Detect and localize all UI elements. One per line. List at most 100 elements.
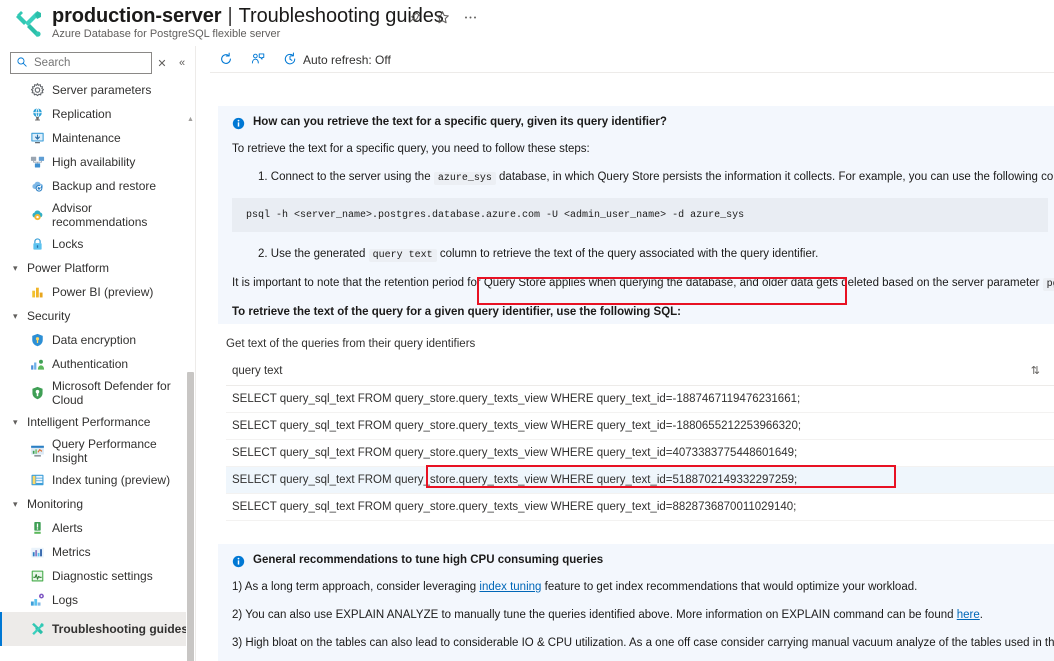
sidebar-item-alerts[interactable]: Alerts <box>0 516 195 540</box>
search-box[interactable] <box>10 52 152 74</box>
search-clear-icon[interactable]: ✕ <box>152 52 172 74</box>
query-text-cell[interactable]: SELECT query_sql_text FROM query_store.q… <box>226 385 1054 413</box>
table-row[interactable]: SELECT query_sql_text FROM query_store.q… <box>226 385 1054 413</box>
index-tuning-link[interactable]: index tuning <box>479 581 541 593</box>
sidebar-item-advisor-recommendations[interactable]: Advisor recommendations <box>0 198 195 232</box>
sidebar-item-backup-and-restore[interactable]: Backup and restore <box>0 174 195 198</box>
sidebar-item-authentication[interactable]: Authentication <box>0 352 195 376</box>
explain-here-link[interactable]: here <box>957 609 980 621</box>
search-icon <box>16 56 28 71</box>
info-panel-recommendations: General recommendations to tune high CPU… <box>218 544 1054 661</box>
step1-pre-text: 1. Connect to the server using the <box>258 171 431 183</box>
refresh-button[interactable] <box>210 48 242 72</box>
sidebar-scroll-thumb[interactable] <box>187 372 194 661</box>
sidebar-item-label: Replication <box>52 107 112 121</box>
info-panel-query-text: How can you retrieve the text for a spec… <box>218 106 1054 324</box>
sidebar-scroll-up-arrow[interactable]: ▲ <box>187 116 194 123</box>
table-row[interactable]: SELECT query_sql_text FROM query_store.q… <box>226 439 1054 467</box>
sidebar-item-microsoft-defender-for-cloud[interactable]: Microsoft Defender for Cloud <box>0 376 195 410</box>
sidebar-item-label: Backup and restore <box>52 179 157 193</box>
shield-key-icon <box>30 333 45 348</box>
sidebar-group-security[interactable]: ▾ Security <box>0 304 195 328</box>
query-text-cell[interactable]: SELECT query_sql_text FROM query_store.q… <box>226 412 1054 440</box>
feedback-button[interactable] <box>242 48 274 72</box>
info-closing-text: To retrieve the text of the query for a … <box>232 306 681 318</box>
resource-menu-sidebar: ✕ « Server parameters Replication Maintena… <box>0 46 195 661</box>
table-row[interactable]: SELECT query_sql_text FROM query_store.q… <box>226 412 1054 440</box>
search-input[interactable] <box>32 56 142 70</box>
sidebar-scrollbar[interactable]: ▲ <box>186 80 195 661</box>
psql-command-block[interactable]: psql -h <server_name>.postgres.database.… <box>232 198 1048 232</box>
sidebar-item-index-tuning-preview[interactable]: Index tuning (preview) <box>0 468 195 492</box>
pin-icon[interactable] <box>406 9 422 25</box>
collapse-menu-icon[interactable]: « <box>172 52 192 74</box>
sidebar-item-troubleshooting-guides[interactable]: Troubleshooting guides <box>0 612 195 646</box>
sidebar-group-label: Monitoring <box>27 497 84 511</box>
table-header-row: query text ⇅ <box>226 360 1054 386</box>
command-toolbar: Auto refresh: Off <box>210 48 1054 73</box>
sidebar-item-server-parameters[interactable]: Server parameters <box>0 78 195 102</box>
query-text-cell[interactable]: SELECT query_sql_text FROM query_store.q… <box>226 439 1054 467</box>
sidebar-item-label: High availability <box>52 155 136 169</box>
metrics-icon <box>30 545 45 560</box>
rec1-pre-text: 1) As a long term approach, consider lev… <box>232 581 477 593</box>
step1-post-text: database, in which Query Store persists … <box>499 171 1054 183</box>
table-row[interactable]: SELECT query_sql_text FROM query_store.q… <box>226 493 1054 521</box>
defender-icon <box>30 386 45 401</box>
troubleshooting-guides-icon <box>14 8 44 38</box>
auto-refresh-button[interactable]: Auto refresh: Off <box>274 48 400 72</box>
sidebar-group-label: Security <box>27 309 71 323</box>
sidebar-item-label: Power BI (preview) <box>52 285 154 299</box>
sidebar-group-monitoring[interactable]: ▾ Monitoring <box>0 492 195 516</box>
sidebar-item-maintenance[interactable]: Maintenance <box>0 126 195 150</box>
sidebar-item-diagnostic-settings[interactable]: Diagnostic settings <box>0 564 195 588</box>
index-tuning-icon <box>30 473 45 488</box>
sidebar-group-intelligent-performance[interactable]: ▾ Intelligent Performance <box>0 410 195 434</box>
sidebar-item-label: Data encryption <box>52 333 137 347</box>
clock-icon <box>283 51 297 69</box>
rec2-pre-text: 2) You can also use EXPLAIN ANALYZE to m… <box>232 609 954 621</box>
table-row[interactable]: SELECT query_sql_text FROM query_store.q… <box>226 466 1054 494</box>
sidebar-group-power-platform[interactable]: ▾ Power Platform <box>0 256 195 280</box>
sidebar-item-logs[interactable]: Logs <box>0 588 195 612</box>
sidebar-item-label: Troubleshooting guides <box>52 622 188 636</box>
column-header-query-text[interactable]: query text ⇅ <box>226 360 1054 386</box>
monitor-download-icon <box>30 131 45 146</box>
gear-icon <box>30 83 45 98</box>
main-content: How can you retrieve the text for a spec… <box>210 74 1054 661</box>
sidebar-item-metrics[interactable]: Metrics <box>0 540 195 564</box>
info-icon <box>232 555 245 568</box>
info-intro-text: To retrieve the text for a specific quer… <box>232 143 590 155</box>
recommendations-title: General recommendations to tune high CPU… <box>253 554 604 566</box>
sidebar-item-locks[interactable]: Locks <box>0 232 195 256</box>
info-icon <box>232 117 245 130</box>
resource-name: production-server <box>52 5 222 27</box>
rec1-post-text: feature to get index recommendations tha… <box>544 581 918 593</box>
retention-param-code: pg_qs.retention_period_in_days <box>1042 278 1054 291</box>
recommendation-2: 2) You can also use EXPLAIN ANALYZE to m… <box>232 607 1048 624</box>
sort-icon[interactable]: ⇅ <box>1031 364 1040 377</box>
chevron-down-icon: ▾ <box>13 498 18 509</box>
table-caption: Get text of the queries from their query… <box>226 338 476 350</box>
sidebar-item-high-availability[interactable]: High availability <box>0 150 195 174</box>
query-text-cell[interactable]: SELECT query_sql_text FROM query_store.q… <box>226 466 1054 494</box>
sidebar-item-query-performance-insight[interactable]: Query Performance Insight <box>0 434 195 468</box>
query-text-cell[interactable]: SELECT query_sql_text FROM query_store.q… <box>226 493 1054 521</box>
sidebar-item-power-bi-preview[interactable]: Power BI (preview) <box>0 280 195 304</box>
sidebar-item-label: Advisor recommendations <box>52 201 148 229</box>
more-icon[interactable] <box>462 9 478 25</box>
recommendations-header: General recommendations to tune high CPU… <box>232 554 1048 568</box>
favorite-icon[interactable] <box>434 9 450 25</box>
advisor-icon <box>30 208 45 223</box>
sidebar-item-replication[interactable]: Replication <box>0 102 195 126</box>
sidebar-divider <box>195 46 196 661</box>
table-body: SELECT query_sql_text FROM query_store.q… <box>226 385 1054 521</box>
sidebar-item-data-encryption[interactable]: Data encryption <box>0 328 195 352</box>
column-header-label: query text <box>232 365 283 377</box>
page-title: production-server | Troubleshooting guid… <box>52 5 444 29</box>
page-header: production-server | Troubleshooting guid… <box>0 0 1054 46</box>
sidebar-item-label: Metrics <box>52 545 91 559</box>
info-step-1: 1. Connect to the server using the azure… <box>258 169 1054 187</box>
sidebar-group-label: Intelligent Performance <box>27 415 151 429</box>
step2-pre-text: 2. Use the generated <box>258 248 366 260</box>
